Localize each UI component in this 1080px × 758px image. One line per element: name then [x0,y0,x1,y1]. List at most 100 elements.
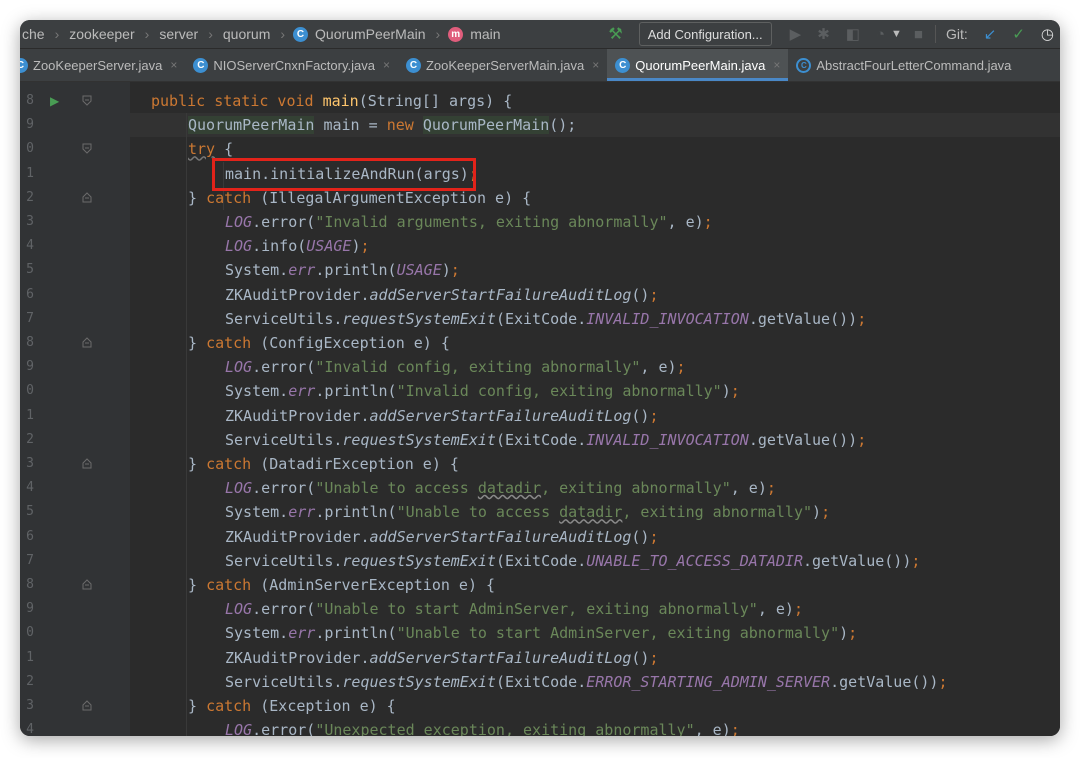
code-token: (ExitCode. [495,430,587,449]
close-icon[interactable]: × [170,58,177,72]
code-token: "Unable to start AdminServer, exiting ab… [396,624,840,643]
breadcrumb-item[interactable]: che [20,26,47,42]
code-line: ServiceUtils.requestSystemExit(ExitCode.… [225,307,866,331]
line-number: 0 [26,383,34,399]
editor-tab[interactable]: C ZooKeeperServerMain.java × [398,49,607,81]
stop-icon[interactable]: ■ [914,26,923,43]
fold-icon[interactable] [82,143,92,155]
line-number: 1 [26,649,34,665]
close-icon[interactable]: × [773,58,780,72]
breadcrumb-item[interactable]: quorum [221,26,272,42]
code-token: .getValue()) [748,309,858,328]
gutter-line: 4 [20,234,130,258]
fold-icon[interactable] [82,337,92,348]
code-token: "Unexpected exception, exiting abnormall… [315,721,695,736]
fold-icon[interactable] [82,700,92,711]
class-icon: C [615,57,631,73]
code-token: ; [857,309,867,328]
fold-icon[interactable] [82,95,92,106]
code-token: QuorumPeerMain [188,116,315,135]
code-line: ZKAuditProvider.addServerStartFailureAud… [225,525,659,549]
build-hammer-icon[interactable]: ⚒ [608,24,622,44]
code-token: System. [225,261,289,280]
code-token: (AdminServerException e) { [260,576,496,594]
line-number: 5 [26,262,34,278]
code-token: USAGE [306,237,352,256]
gutter-line: 7 [20,549,130,573]
git-commit-icon[interactable]: ✓ [1012,25,1025,43]
code-token: ERROR_STARTING_ADMIN_SERVER [586,672,831,691]
code-token: .println( [315,624,397,643]
code-token: "Invalid config, exiting abnormally" [396,382,722,401]
profile-icon[interactable]: ◔ [876,26,885,43]
line-number: 6 [26,286,34,302]
code-token: LOG [225,213,253,231]
editor-tab[interactable]: C NIOServerCnxnFactory.java × [185,49,398,81]
tab-label: ZooKeeperServerMain.java [425,57,585,73]
breadcrumb-item[interactable]: m main [448,26,502,42]
breadcrumb-label: main [470,26,501,42]
run-gutter-icon[interactable]: ▶ [50,89,59,113]
line-number: 2 [26,673,34,689]
debug-icon[interactable]: ✱ [817,25,830,43]
code-token: try [188,140,216,159]
code-line: } catch (AdminServerException e) { [188,573,495,597]
fold-icon[interactable] [82,192,92,203]
code-line: public static void main(String[] args) { [151,89,512,113]
code-token: } [188,334,207,352]
coverage-icon[interactable]: ◧ [846,25,860,43]
code-token: catch [206,455,261,473]
fold-icon[interactable] [82,458,92,469]
code-token: QuorumPeerMain [422,116,550,135]
code-token: , e) [730,479,767,498]
code-token: ) [721,382,731,401]
editor-tab[interactable]: C ZooKeeperServer.java × [20,49,185,81]
close-icon[interactable]: × [592,58,599,72]
code-token: () [631,406,650,425]
code-token: ; [938,672,948,691]
code-token: .error( [252,213,316,231]
code-token: LOG [225,358,253,377]
code-token: ; [793,600,803,619]
code-token: .error( [252,479,316,498]
code-token: LOG [225,237,253,256]
editor-tab[interactable]: C AbstractFourLetterCommand.java [788,49,1019,81]
run-icon[interactable]: ▶ [790,25,802,43]
line-number: 3 [26,698,34,713]
line-number: 0 [26,625,34,641]
line-number: 8 [26,335,34,350]
line-number: 9 [26,359,34,375]
code-token: "Unable to access datadir, exiting abnor… [396,503,813,522]
code-token: .error( [252,600,316,619]
close-icon[interactable]: × [383,58,390,72]
code-token: catch [206,697,261,715]
line-number: 4 [26,238,34,254]
code-token: INVALID_INVOCATION [586,309,749,328]
gutter-line: 3 [20,694,130,718]
add-configuration-button[interactable]: Add Configuration... [638,22,772,46]
code-line: ServiceUtils.requestSystemExit(ExitCode.… [225,670,948,694]
abstract-class-icon: C [796,57,812,73]
chevron-down-icon[interactable]: ▼ [891,28,902,40]
code-token: requestSystemExit [342,430,496,449]
fold-icon[interactable] [82,579,92,590]
line-number: 9 [26,601,34,617]
editor-tab[interactable]: C QuorumPeerMain.java × [607,49,789,81]
code-token: .getValue()) [748,430,858,449]
code-token: ; [857,430,867,449]
code-editor[interactable]: public static void main(String[] args) {… [130,82,1060,736]
class-icon: C [193,57,209,73]
code-token: "Invalid config, exiting abnormally" [315,358,641,377]
chevron-right-icon: › [144,26,150,42]
git-label: Git: [945,26,968,42]
gutter-line: 2 [20,428,130,452]
breadcrumb-item[interactable]: server [157,26,200,42]
code-line: ZKAuditProvider.addServerStartFailureAud… [225,283,659,307]
git-update-icon[interactable]: ↙ [984,25,997,43]
line-number: 7 [26,310,34,326]
breadcrumb-item[interactable]: zookeeper [67,26,136,42]
code-token: addServerStartFailureAuditLog [369,406,632,425]
code-token: ; [649,406,659,425]
breadcrumb-item[interactable]: C QuorumPeerMain [293,26,428,42]
history-clock-icon[interactable]: ◷ [1041,25,1054,43]
